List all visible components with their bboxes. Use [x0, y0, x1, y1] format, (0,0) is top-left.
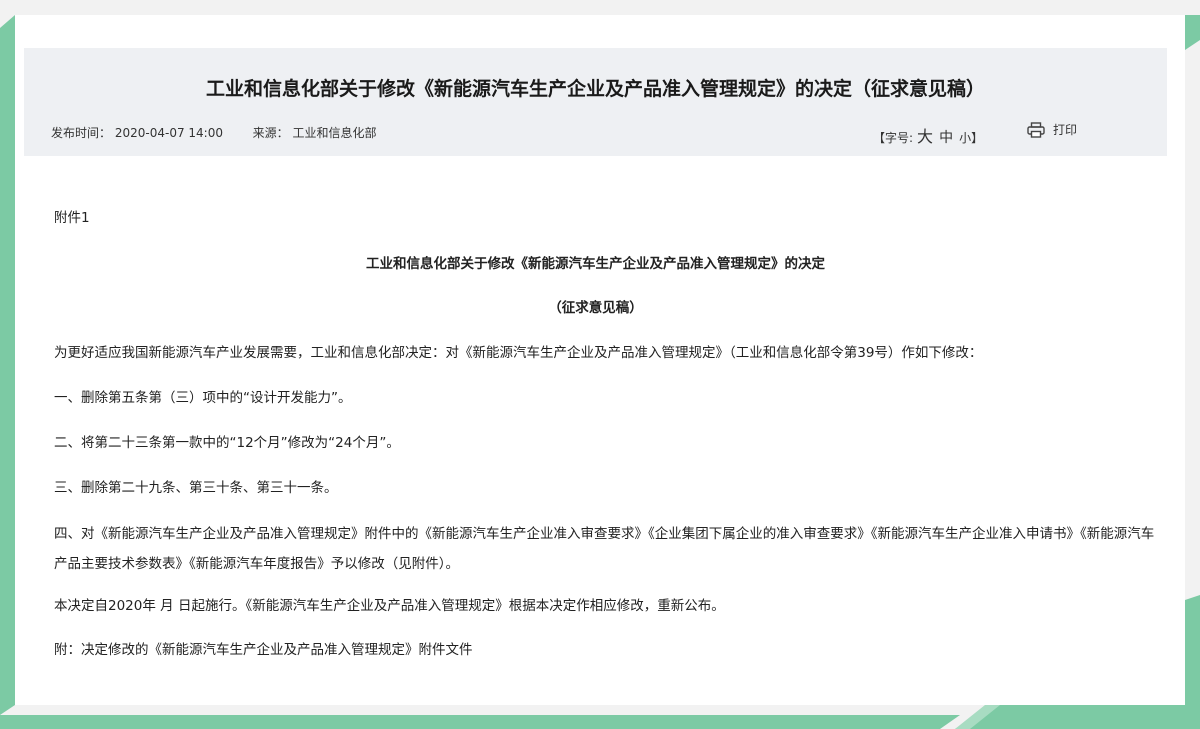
item-3: 三、删除第二十九条、第三十条、第三十一条。	[54, 480, 338, 496]
item-4: 四、对《新能源汽车生产企业及产品准入管理规定》附件中的《新能源汽车生产企业准入审…	[54, 526, 1155, 572]
item-1: 一、删除第五条第（三）项中的“设计开发能力”。	[54, 390, 352, 406]
font-size-switcher: 【字号: 大中小】	[873, 123, 983, 147]
item-2: 二、将第二十三条第一款中的“12个月”修改为“24个月”。	[54, 435, 400, 451]
content-subheading: （征求意见稿）	[548, 300, 643, 316]
print-button[interactable]: 打印	[1027, 121, 1077, 138]
effective-paragraph: 本决定自2020年 月 日起施行。《新能源汽车生产企业及产品准入管理规定》根据本…	[54, 598, 725, 614]
content-heading: 工业和信息化部关于修改《新能源汽车生产企业及产品准入管理规定》的决定	[366, 256, 825, 272]
intro-paragraph: 为更好适应我国新能源汽车产业发展需要，工业和信息化部决定：对《新能源汽车生产企业…	[54, 345, 983, 361]
page-title: 工业和信息化部关于修改《新能源汽车生产企业及产品准入管理规定》的决定（征求意见稿…	[205, 78, 985, 100]
publish-time: 2020-04-07 14:00	[114, 126, 223, 140]
print-label: 打印	[1053, 123, 1078, 137]
article-card: 工业和信息化部关于修改《新能源汽车生产企业及产品准入管理规定》的决定 （征求意见稿…	[15, 15, 1185, 705]
font-large-button[interactable]: 大	[917, 127, 933, 146]
printer-icon	[1027, 121, 1045, 138]
attachment-label: 附件1	[54, 210, 90, 226]
appendix-paragraph: 附：决定修改的《新能源汽车生产企业及产品准入管理规定》附件文件	[54, 642, 473, 658]
source-value: 工业和信息化部	[292, 126, 377, 140]
font-medium-button[interactable]: 中	[939, 130, 953, 146]
article-meta: 发布时间： 2020-04-07 14:00 来源： 工业和信息化部	[51, 124, 377, 141]
article-header: 工业和信息化部关于修改《新能源汽车生产企业及产品准入管理规定》的决定（征求意见稿…	[24, 48, 1167, 156]
font-size-label: 【字号:	[873, 131, 914, 145]
font-small-button[interactable]: 小】	[959, 131, 983, 145]
publish-label: 发布时间：	[51, 126, 112, 140]
source-label: 来源：	[252, 126, 289, 140]
